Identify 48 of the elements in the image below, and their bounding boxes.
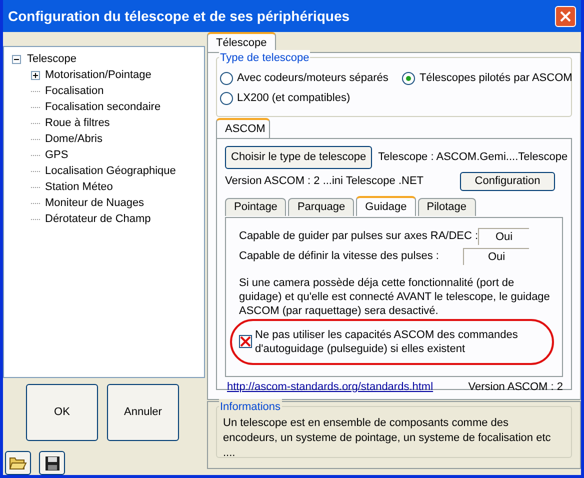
standards-link[interactable]: http://ascom-standards.org/standards.html: [227, 378, 434, 396]
telescope-label: Telescope : ASCOM.Gemi....Telescope: [378, 150, 568, 166]
tree-item[interactable]: GPS: [45, 146, 68, 164]
tab[interactable]: ASCOM: [216, 118, 270, 138]
note-text: Si une camera possède déja cette fonctionnalité (port de guidage) et qu'elle est connecté AVANT le telescope, le guidage ASCOM (par raquettage) sera desactivé.: [239, 276, 551, 318]
expand-icon[interactable]: [31, 70, 40, 80]
capability-label: Capable de définir la vitesse des pulses :: [239, 248, 439, 264]
tree-item[interactable]: Moniteur de Nuages: [45, 194, 144, 212]
folder-icon: [9, 456, 27, 470]
tree-item[interactable]: Dérotateur de Champ: [45, 210, 151, 228]
tree-item[interactable]: Roue à filtres: [45, 114, 110, 132]
close-icon: [560, 10, 571, 22]
save-button[interactable]: [39, 451, 65, 475]
tab[interactable]: Télescope: [207, 32, 276, 52]
open-folder-button[interactable]: [5, 451, 31, 475]
radio-label: Télescopes pilotés par ASCOM: [419, 70, 572, 86]
tab[interactable]: Guidage: [356, 196, 416, 216]
capability-label: Capable de guider par pulses sur axes RA/DEC :: [239, 228, 478, 244]
tab[interactable]: Pilotage: [418, 198, 476, 216]
version-label: Version ASCOM : 2 ...ini Telescope .NET: [225, 174, 424, 189]
choose-telescope-button[interactable]: Choisir le type de telescope: [225, 146, 372, 169]
close-button[interactable]: [555, 6, 576, 26]
tree-item[interactable]: Telescope: [27, 50, 77, 68]
tree-item[interactable]: Localisation Géographique: [45, 162, 176, 180]
info-text: Un telescope est en ensemble de composants comme des encodeurs, un systeme de pointage, un systeme de focalisation etc ....: [223, 416, 552, 461]
checkbox-label: Ne pas utiliser les capacités ASCOM des commandes d'autoguidage (pulseguide) si elles existent: [255, 328, 519, 356]
radio-button[interactable]: [402, 72, 416, 84]
tab[interactable]: Parquage: [288, 198, 354, 216]
collapse-icon[interactable]: [12, 54, 21, 64]
group-title: Type de telescope: [219, 50, 310, 66]
checkbox[interactable]: [239, 335, 252, 348]
tree-item[interactable]: Focalisation secondaire: [45, 98, 161, 116]
tree-item[interactable]: Focalisation: [45, 82, 104, 100]
configuration-button[interactable]: Configuration: [460, 172, 555, 190]
dialog-button[interactable]: OK: [26, 384, 98, 441]
capability-value: Oui: [478, 228, 529, 244]
version-footer: Version ASCOM : 2: [468, 378, 563, 396]
radio-button[interactable]: [220, 92, 233, 104]
radio-label: LX200 (et compatibles): [237, 90, 350, 106]
window-title: Configuration du télescope et de ses périphériques: [8, 6, 350, 26]
tree-item[interactable]: Motorisation/Pointage: [45, 66, 152, 84]
tree-item[interactable]: Station Méteo: [45, 178, 113, 196]
radio-label: Avec codeurs/moteurs séparés: [237, 70, 388, 86]
tree-item[interactable]: Dome/Abris: [45, 130, 102, 148]
tab[interactable]: Pointage: [225, 198, 286, 216]
capability-value: Oui: [463, 248, 529, 264]
radio-button[interactable]: [220, 72, 233, 84]
dialog-button[interactable]: Annuler: [107, 384, 179, 441]
